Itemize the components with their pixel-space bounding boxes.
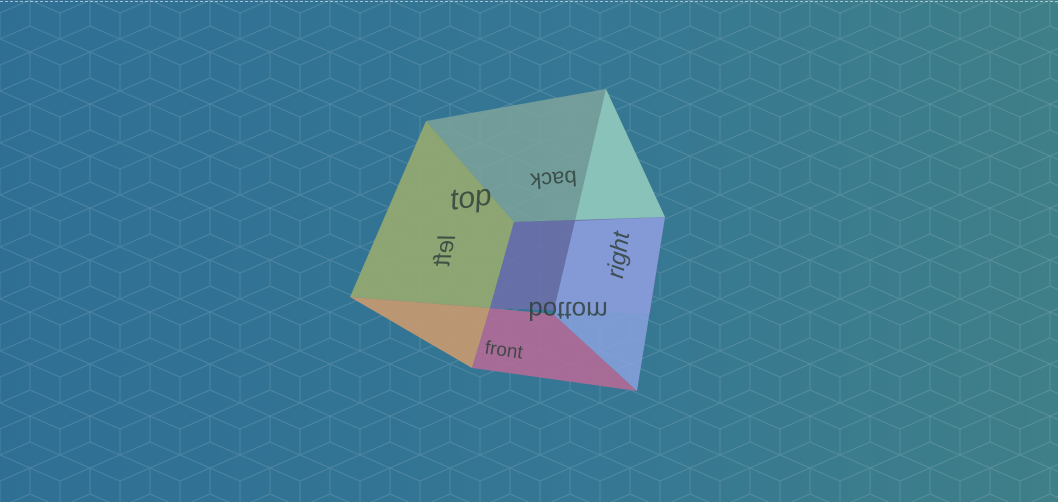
rotating-cube[interactable]: top back left right bottom front bbox=[0, 0, 1058, 502]
label-back: back bbox=[528, 165, 577, 193]
label-top: top bbox=[448, 178, 494, 216]
cube-face-front-left[interactable] bbox=[350, 297, 490, 368]
label-bottom: bottom bbox=[528, 296, 608, 326]
